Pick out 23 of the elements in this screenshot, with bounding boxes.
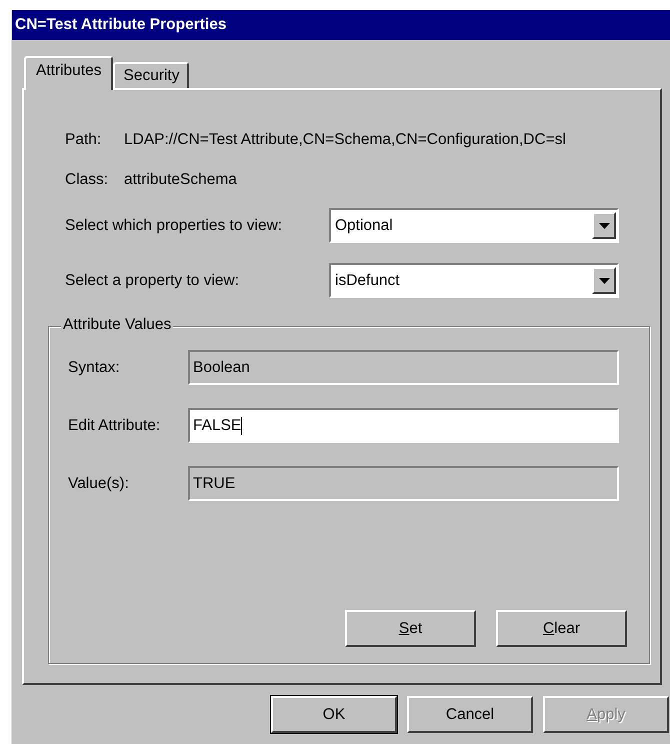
dropdown-arrow-icon bbox=[598, 278, 610, 284]
field-label: Class: bbox=[65, 171, 110, 189]
dialog-button[interactable]: OK bbox=[271, 696, 397, 733]
input-field[interactable]: Boolean bbox=[188, 350, 619, 385]
input-field[interactable]: FALSE bbox=[188, 408, 619, 443]
field-label: Path: bbox=[65, 131, 102, 149]
field-label: Edit Attribute: bbox=[68, 416, 162, 434]
tab[interactable]: Security bbox=[113, 62, 190, 88]
field-value: attributeSchema bbox=[124, 171, 237, 189]
input-field[interactable]: TRUE bbox=[188, 466, 619, 501]
field-label: Value(s): bbox=[68, 474, 130, 492]
action-button[interactable]: Clear bbox=[496, 610, 627, 647]
dialog-button[interactable]: Cancel bbox=[407, 696, 533, 733]
dropdown-label: Select a property to view: bbox=[65, 272, 240, 290]
field-label: Syntax: bbox=[68, 358, 121, 376]
dropdown-label: Select which properties to view: bbox=[65, 216, 284, 234]
dropdown[interactable]: isDefunct bbox=[329, 263, 619, 298]
field-value: LDAP://CN=Test Attribute,CN=Schema,CN=Configuration,DC=sl bbox=[124, 131, 566, 149]
dropdown[interactable]: Optional bbox=[329, 208, 619, 243]
action-button[interactable]: Set bbox=[345, 610, 476, 647]
window-title: CN=Test Attribute Properties bbox=[15, 16, 226, 34]
tab[interactable]: Attributes bbox=[24, 56, 114, 90]
dropdown-arrow-icon bbox=[598, 222, 610, 228]
